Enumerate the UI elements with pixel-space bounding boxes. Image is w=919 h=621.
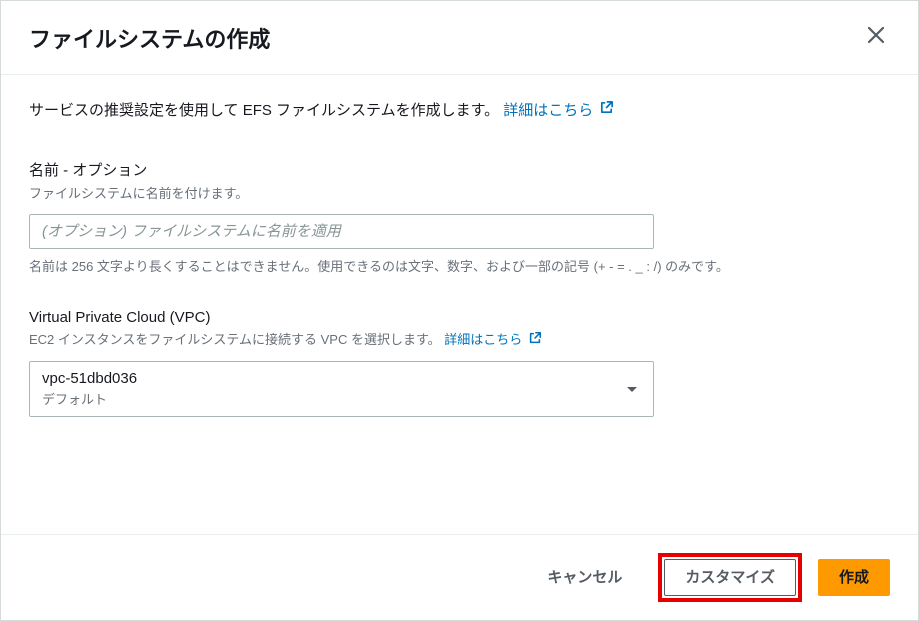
cancel-button[interactable]: キャンセル [527, 560, 642, 596]
name-field-hint: 名前は 256 文字より長くすることはできません。使用できるのは文字、数字、およ… [29, 257, 889, 278]
vpc-field-label: Virtual Private Cloud (VPC) [29, 309, 890, 326]
modal-header: ファイルシステムの作成 [1, 1, 918, 75]
vpc-sublabel-text: EC2 インスタンスをファイルシステムに接続する VPC を選択します。 [29, 332, 441, 347]
intro-text: サービスの推奨設定を使用して EFS ファイルシステムを作成します。 詳細はこち… [29, 99, 890, 123]
modal-title: ファイルシステムの作成 [29, 22, 270, 54]
learn-more-label: 詳細はこちら [503, 102, 593, 119]
external-link-icon [599, 99, 614, 123]
modal-footer: キャンセル カスタマイズ 作成 [1, 534, 918, 621]
modal-body: サービスの推奨設定を使用して EFS ファイルシステムを作成します。 詳細はこち… [1, 75, 918, 534]
external-link-icon [528, 331, 542, 351]
vpc-learn-more-link[interactable]: 詳細はこちら [444, 332, 542, 347]
close-icon [866, 24, 886, 51]
create-filesystem-modal: ファイルシステムの作成 サービスの推奨設定を使用して EFS ファイルシステムを… [0, 0, 919, 621]
customize-button[interactable]: カスタマイズ [664, 559, 796, 597]
name-field-group: 名前 - オプション ファイルシステムに名前を付けます。 名前は 256 文字よ… [29, 159, 890, 277]
vpc-select[interactable]: vpc-51dbd036 デフォルト [29, 361, 654, 417]
name-field-sublabel: ファイルシステムに名前を付けます。 [29, 184, 890, 204]
vpc-field-sublabel: EC2 インスタンスをファイルシステムに接続する VPC を選択します。 詳細は… [29, 330, 890, 350]
name-field-label: 名前 - オプション [29, 159, 890, 180]
create-button[interactable]: 作成 [818, 559, 890, 597]
intro-text-content: サービスの推奨設定を使用して EFS ファイルシステムを作成します。 [29, 102, 499, 119]
vpc-field-group: Virtual Private Cloud (VPC) EC2 インスタンスをフ… [29, 309, 890, 416]
learn-more-link[interactable]: 詳細はこちら [503, 102, 614, 119]
vpc-select-subvalue: デフォルト [42, 389, 613, 408]
vpc-select-value: vpc-51dbd036 [42, 370, 613, 387]
name-input[interactable] [29, 214, 654, 249]
vpc-learn-more-label: 詳細はこちら [444, 332, 522, 347]
close-button[interactable] [862, 21, 890, 54]
customize-highlight: カスタマイズ [658, 553, 802, 603]
vpc-select-wrapper: vpc-51dbd036 デフォルト [29, 361, 654, 417]
chevron-down-icon [626, 381, 638, 397]
